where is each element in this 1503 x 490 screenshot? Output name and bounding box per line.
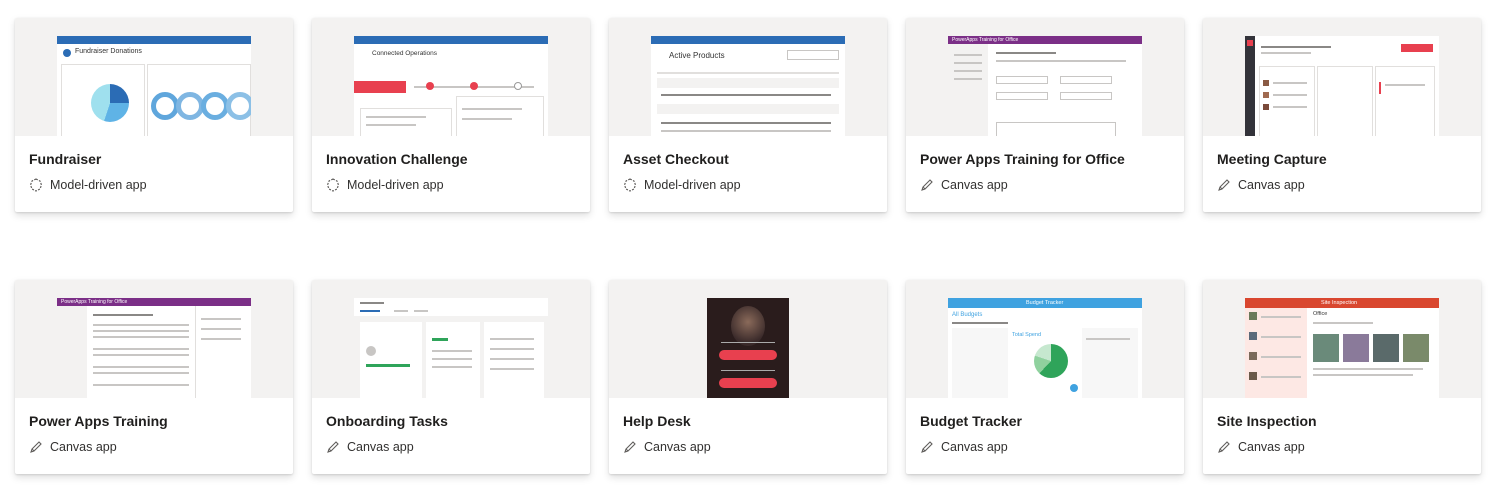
- app-type-label: Canvas app: [941, 440, 1008, 454]
- app-type: Canvas app: [29, 440, 117, 454]
- preview-item: Office: [1313, 311, 1328, 317]
- app-thumbnail: Connected Operations: [312, 18, 590, 136]
- app-type-label: Canvas app: [1238, 440, 1305, 454]
- app-title: Power Apps Training: [29, 413, 168, 429]
- app-type-label: Model-driven app: [644, 178, 741, 192]
- app-type: Canvas app: [1217, 178, 1305, 192]
- pencil-icon: [624, 441, 636, 453]
- pencil-icon: [327, 441, 339, 453]
- app-type-label: Canvas app: [941, 178, 1008, 192]
- pencil-icon: [1218, 441, 1230, 453]
- app-title: Site Inspection: [1217, 413, 1317, 429]
- app-type-label: Model-driven app: [50, 178, 147, 192]
- app-title: Innovation Challenge: [326, 151, 468, 167]
- preview-header: Active Products: [669, 51, 725, 60]
- helpdesk-preview: [707, 298, 789, 398]
- app-thumbnail: [1203, 18, 1481, 136]
- app-type-label: Canvas app: [347, 440, 414, 454]
- pencil-icon: [30, 441, 42, 453]
- model-driven-icon: [29, 178, 43, 192]
- preview-header: Fundraiser Donations: [75, 48, 142, 55]
- innovation-preview: Connected Operations: [354, 36, 548, 136]
- preview-header: PowerApps Training for Office: [952, 37, 1019, 43]
- app-type: Canvas app: [920, 178, 1008, 192]
- budget-preview: Budget Tracker All Budgets Total Spend: [948, 298, 1142, 398]
- preview-header: Site Inspection: [1321, 300, 1358, 306]
- fundraiser-preview: Fundraiser Donations: [57, 36, 251, 136]
- app-card-help-desk[interactable]: Help Desk Canvas app: [609, 280, 887, 474]
- app-type: Canvas app: [623, 440, 711, 454]
- app-card-site-inspection[interactable]: Site Inspection Office Site Inspection C…: [1203, 280, 1481, 474]
- app-card-innovation-challenge[interactable]: Connected Operations Innovation Challeng…: [312, 18, 590, 212]
- app-thumbnail: PowerApps Training for Office: [906, 18, 1184, 136]
- app-card-power-apps-training-office[interactable]: PowerApps Training for Office Power Apps…: [906, 18, 1184, 212]
- app-title: Power Apps Training for Office: [920, 151, 1125, 167]
- preview-total-label: Total Spend: [1012, 332, 1042, 338]
- app-thumbnail: PowerApps Training for Office: [15, 280, 293, 398]
- app-card-onboarding-tasks[interactable]: Onboarding Tasks Canvas app: [312, 280, 590, 474]
- preview-subheader: All Budgets: [952, 312, 983, 318]
- app-card-fundraiser[interactable]: Fundraiser Donations Fundraiser Model-dr…: [15, 18, 293, 212]
- app-type-label: Canvas app: [1238, 178, 1305, 192]
- app-thumbnail: [609, 280, 887, 398]
- app-title: Help Desk: [623, 413, 691, 429]
- app-type: Model-driven app: [29, 178, 147, 192]
- pencil-icon: [1218, 179, 1230, 191]
- app-card-meeting-capture[interactable]: Meeting Capture Canvas app: [1203, 18, 1481, 212]
- meeting-preview: [1245, 36, 1439, 136]
- app-title: Budget Tracker: [920, 413, 1022, 429]
- app-type: Model-driven app: [326, 178, 444, 192]
- preview-header: PowerApps Training for Office: [61, 299, 128, 305]
- app-type-label: Canvas app: [50, 440, 117, 454]
- app-card-asset-checkout[interactable]: Active Products Asset Checkout Model-dri…: [609, 18, 887, 212]
- app-card-power-apps-training[interactable]: PowerApps Training for Office Power Apps…: [15, 280, 293, 474]
- preview-header: Connected Operations: [372, 50, 438, 57]
- asset-preview: Active Products: [651, 36, 845, 136]
- app-thumbnail: Budget Tracker All Budgets Total Spend: [906, 280, 1184, 398]
- app-title: Asset Checkout: [623, 151, 729, 167]
- app-type-label: Model-driven app: [347, 178, 444, 192]
- app-title: Meeting Capture: [1217, 151, 1327, 167]
- site-preview: Site Inspection Office: [1245, 298, 1439, 398]
- app-type: Model-driven app: [623, 178, 741, 192]
- onboarding-preview: [354, 298, 548, 398]
- training-office-preview: PowerApps Training for Office: [948, 36, 1142, 136]
- app-card-budget-tracker[interactable]: Budget Tracker All Budgets Total Spend B…: [906, 280, 1184, 474]
- model-driven-icon: [623, 178, 637, 192]
- app-thumbnail: [312, 280, 590, 398]
- model-driven-icon: [326, 178, 340, 192]
- pencil-icon: [921, 179, 933, 191]
- preview-header: Budget Tracker: [1026, 300, 1064, 306]
- app-thumbnail: Site Inspection Office: [1203, 280, 1481, 398]
- app-thumbnail: Active Products: [609, 18, 887, 136]
- app-type-label: Canvas app: [644, 440, 711, 454]
- app-type: Canvas app: [920, 440, 1008, 454]
- training-preview: PowerApps Training for Office: [57, 298, 251, 398]
- app-type: Canvas app: [326, 440, 414, 454]
- app-thumbnail: Fundraiser Donations: [15, 18, 293, 136]
- pencil-icon: [921, 441, 933, 453]
- app-title: Fundraiser: [29, 151, 102, 167]
- app-title: Onboarding Tasks: [326, 413, 448, 429]
- app-type: Canvas app: [1217, 440, 1305, 454]
